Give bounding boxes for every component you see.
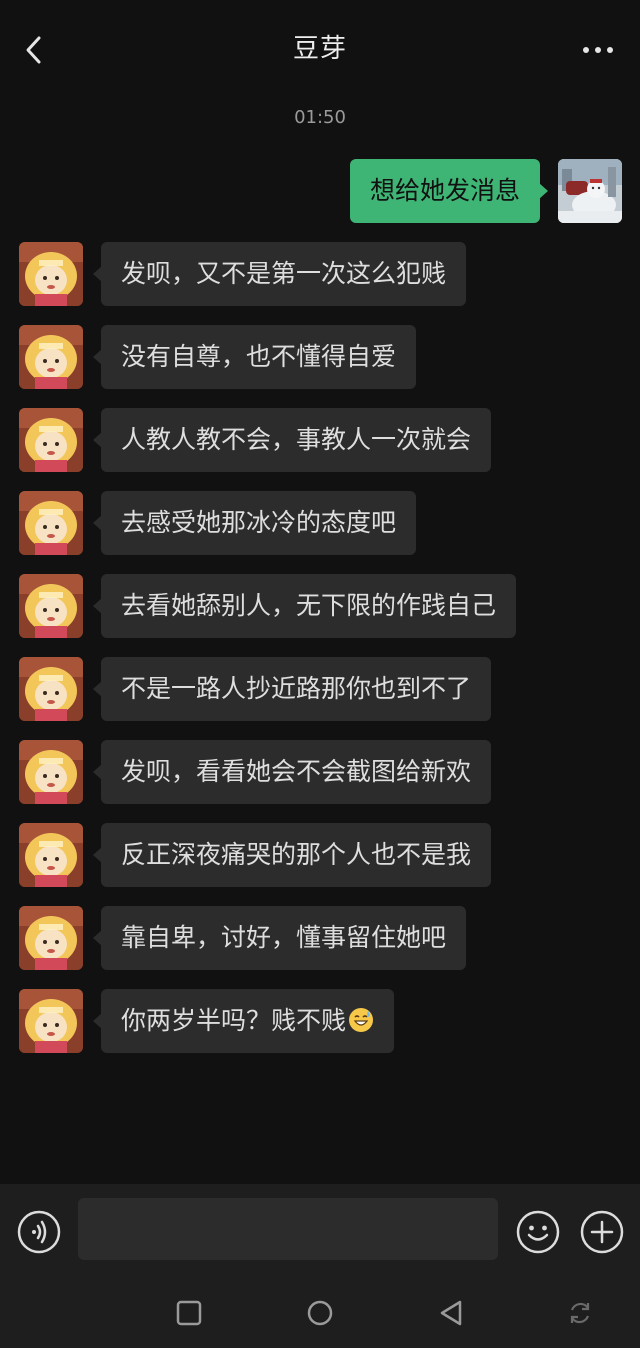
incoming-message-bubble[interactable]: 反正深夜痛哭的那个人也不是我 bbox=[92, 823, 492, 887]
incoming-message-bubble[interactable]: 去看她舔别人，无下限的作践自己 bbox=[92, 574, 517, 638]
circle-icon bbox=[307, 1300, 333, 1326]
contact-avatar[interactable] bbox=[19, 325, 83, 389]
triangle-back-icon bbox=[440, 1300, 462, 1326]
square-icon bbox=[176, 1300, 202, 1326]
incoming-message-row: 你两岁半吗？贱不贱 bbox=[19, 989, 619, 1053]
contact-avatar[interactable] bbox=[19, 408, 83, 472]
self-avatar[interactable] bbox=[558, 159, 622, 223]
incoming-message-bubble[interactable]: 人教人教不会，事教人一次就会 bbox=[92, 408, 492, 472]
contact-avatar[interactable] bbox=[19, 491, 83, 555]
contact-avatar[interactable] bbox=[19, 906, 83, 970]
contact-avatar[interactable] bbox=[19, 657, 83, 721]
outgoing-message-row: 想给她发消息 bbox=[349, 159, 622, 223]
incoming-message-row: 人教人教不会，事教人一次就会 bbox=[19, 408, 619, 472]
incoming-message-row: 没有自尊，也不懂得自爱 bbox=[19, 325, 619, 389]
message-text: 你两岁半吗？贱不贱 bbox=[121, 1006, 347, 1035]
voice-input-button[interactable] bbox=[17, 1210, 61, 1254]
grinning-sweat-emoji-icon bbox=[349, 1008, 374, 1032]
page-title: 豆芽 bbox=[292, 34, 347, 64]
voice-icon bbox=[17, 1210, 61, 1254]
message-input-bar bbox=[0, 1184, 640, 1276]
incoming-message-row: 不是一路人抄近路那你也到不了 bbox=[19, 657, 619, 721]
incoming-message-bubble[interactable]: 去感受她那冰冷的态度吧 bbox=[92, 491, 417, 555]
incoming-message-row: 发呗，看看她会不会截图给新欢 bbox=[19, 740, 619, 804]
contact-avatar[interactable] bbox=[19, 574, 83, 638]
smiley-icon bbox=[516, 1210, 560, 1254]
emoji-button[interactable] bbox=[515, 1209, 561, 1255]
incoming-message-bubble[interactable]: 发呗，看看她会不会截图给新欢 bbox=[92, 740, 492, 804]
more-actions-button[interactable] bbox=[579, 1209, 625, 1255]
incoming-message-bubble[interactable]: 你两岁半吗？贱不贱 bbox=[92, 989, 395, 1053]
incoming-message-row: 靠自卑，讨好，懂事留住她吧 bbox=[19, 906, 619, 970]
incoming-message-row: 发呗，又不是第一次这么犯贱 bbox=[19, 242, 619, 306]
system-navigation-bar bbox=[0, 1276, 640, 1348]
message-input[interactable] bbox=[78, 1198, 498, 1260]
more-options-button[interactable] bbox=[578, 38, 618, 62]
incoming-message-bubble[interactable]: 靠自卑，讨好，懂事留住她吧 bbox=[92, 906, 467, 970]
incoming-message-bubble[interactable]: 不是一路人抄近路那你也到不了 bbox=[92, 657, 492, 721]
contact-avatar[interactable] bbox=[19, 989, 83, 1053]
contact-avatar[interactable] bbox=[19, 740, 83, 804]
rotate-button[interactable] bbox=[563, 1296, 597, 1330]
message-timestamp: 01:50 bbox=[294, 107, 346, 128]
outgoing-message-bubble[interactable]: 想给她发消息 bbox=[349, 159, 549, 223]
recent-apps-button[interactable] bbox=[172, 1296, 206, 1330]
plus-circle-icon bbox=[580, 1210, 624, 1254]
incoming-message-bubble[interactable]: 发呗，又不是第一次这么犯贱 bbox=[92, 242, 467, 306]
chat-header: 豆芽 bbox=[0, 0, 640, 100]
more-horizontal-icon bbox=[583, 47, 613, 53]
system-back-button[interactable] bbox=[434, 1296, 468, 1330]
incoming-message-row: 去看她舔别人，无下限的作践自己 bbox=[19, 574, 619, 638]
incoming-message-row: 反正深夜痛哭的那个人也不是我 bbox=[19, 823, 619, 887]
rotate-icon bbox=[570, 1302, 590, 1324]
incoming-message-bubble[interactable]: 没有自尊，也不懂得自爱 bbox=[92, 325, 417, 389]
home-button[interactable] bbox=[303, 1296, 337, 1330]
incoming-message-row: 去感受她那冰冷的态度吧 bbox=[19, 491, 619, 555]
contact-avatar[interactable] bbox=[19, 823, 83, 887]
contact-avatar[interactable] bbox=[19, 242, 83, 306]
incoming-message-list: 发呗，又不是第一次这么犯贱 没有自尊，也不懂得自爱 人教人教不会，事教人一次就会… bbox=[19, 242, 619, 1072]
